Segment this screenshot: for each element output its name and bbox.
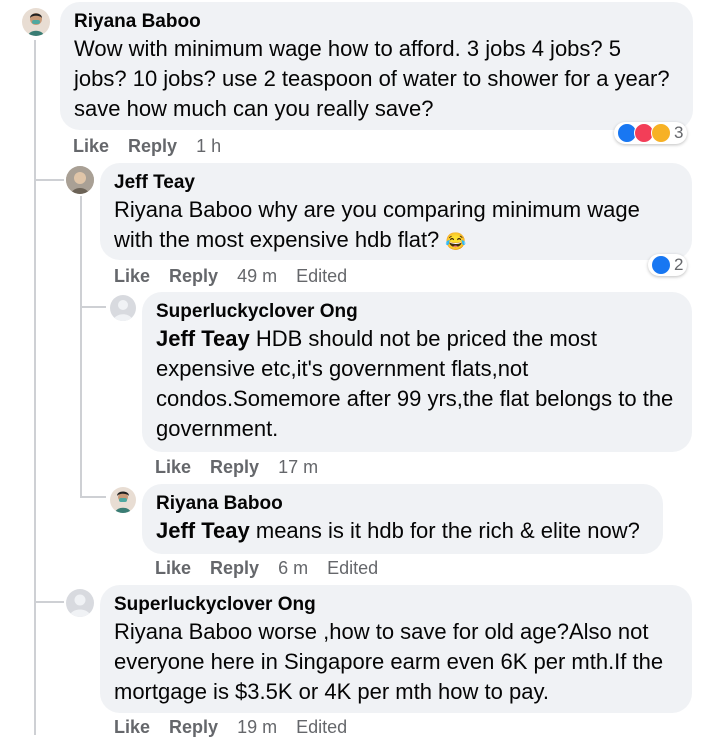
thread-branch-4: [80, 496, 106, 498]
reaction-count: 2: [674, 255, 684, 274]
thread-branch-5: [34, 601, 64, 603]
reply-button[interactable]: Reply: [210, 457, 259, 477]
comment-text: Jeff Teay HDB should not be priced the m…: [156, 324, 678, 444]
thread-branch-3: [80, 306, 106, 308]
reaction-count: 3: [674, 123, 684, 142]
timestamp[interactable]: 17 m: [278, 457, 318, 477]
comment-text: Jeff Teay means is it hdb for the rich &…: [156, 516, 649, 546]
edited-label[interactable]: Edited: [296, 266, 347, 286]
comment-text: Riyana Baboo why are you comparing minim…: [114, 195, 678, 257]
reply-button[interactable]: Reply: [169, 266, 218, 286]
comment-author[interactable]: Riyana Baboo: [156, 492, 649, 516]
like-button[interactable]: Like: [73, 136, 109, 156]
timestamp[interactable]: 49 m: [237, 266, 277, 286]
comment-bubble: Superluckyclover Ong Jeff Teay HDB shoul…: [142, 292, 692, 452]
laughing-emoji-icon: 😂: [445, 232, 467, 251]
comment-author[interactable]: Superluckyclover Ong: [114, 593, 678, 617]
comment-actions: Like Reply 1 h: [73, 136, 235, 157]
comment-bubble: Riyana Baboo Jeff Teay means is it hdb f…: [142, 484, 663, 554]
haha-icon: [651, 123, 671, 143]
comment-actions: Like Reply 49 m Edited: [114, 266, 361, 287]
timestamp[interactable]: 1 h: [196, 136, 221, 156]
timestamp[interactable]: 19 m: [237, 717, 277, 737]
like-button[interactable]: Like: [155, 457, 191, 477]
comment-author[interactable]: Superluckyclover Ong: [156, 300, 678, 324]
thread-line-sub: [80, 196, 82, 496]
reply-button[interactable]: Reply: [169, 717, 218, 737]
like-icon: [651, 255, 671, 275]
like-button[interactable]: Like: [114, 717, 150, 737]
thread-branch-2: [34, 179, 64, 181]
like-button[interactable]: Like: [155, 558, 191, 578]
comment-actions: Like Reply 17 m: [155, 457, 332, 478]
avatar[interactable]: [22, 8, 50, 36]
comment-bubble: Jeff Teay Riyana Baboo why are you compa…: [100, 163, 692, 260]
comment-bubble: Riyana Baboo Wow with minimum wage how t…: [60, 2, 693, 130]
timestamp[interactable]: 6 m: [278, 558, 308, 578]
avatar[interactable]: [66, 589, 94, 617]
comment-text-rest: means is it hdb for the rich & elite now…: [249, 518, 640, 543]
comment-author[interactable]: Riyana Baboo: [74, 10, 679, 34]
like-button[interactable]: Like: [114, 266, 150, 286]
reply-button[interactable]: Reply: [128, 136, 177, 156]
comment-text: Riyana Baboo worse ,how to save for old …: [114, 619, 664, 704]
avatar[interactable]: [110, 487, 136, 513]
mention-link[interactable]: Riyana Baboo: [114, 197, 252, 222]
avatar[interactable]: [110, 295, 136, 321]
mention-link[interactable]: Jeff Teay: [156, 518, 250, 543]
reaction-summary[interactable]: 2: [648, 254, 688, 276]
comment-text: Wow with minimum wage how to afford. 3 j…: [74, 36, 670, 121]
edited-label[interactable]: Edited: [327, 558, 378, 578]
edited-label[interactable]: Edited: [296, 717, 347, 737]
avatar[interactable]: [66, 166, 94, 194]
comment-actions: Like Reply 6 m Edited: [155, 558, 392, 579]
mention-link[interactable]: Jeff Teay: [156, 326, 250, 351]
reply-button[interactable]: Reply: [210, 558, 259, 578]
comment-bubble: Superluckyclover Ong Riyana Baboo worse …: [100, 585, 692, 713]
thread-line-main: [34, 40, 36, 735]
reaction-summary[interactable]: 3: [614, 122, 688, 144]
comment-author[interactable]: Jeff Teay: [114, 171, 678, 195]
